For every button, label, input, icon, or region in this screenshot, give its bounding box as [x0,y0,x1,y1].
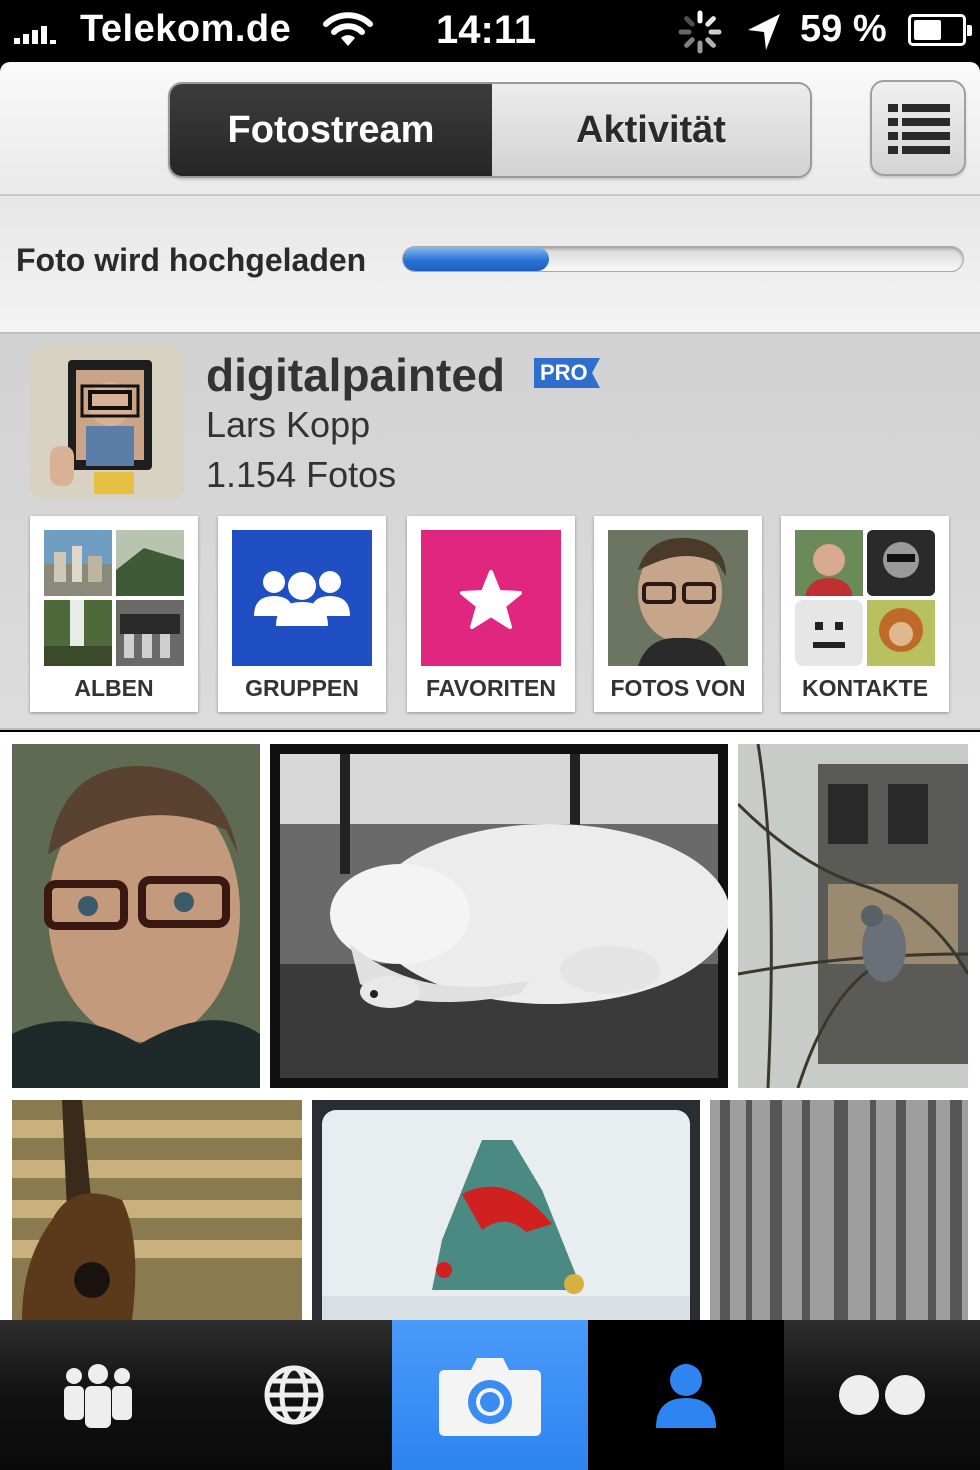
profile-section: digitalpainted PRO Lars Kopp 1.154 Fotos [0,334,980,730]
photo-thumbnail[interactable] [710,1100,968,1320]
profile-photo-count: 1.154 Fotos [206,454,397,495]
tab-camera[interactable] [392,1320,588,1470]
location-arrow-icon [744,10,784,59]
people-icon [64,1364,132,1428]
tile-label: GRUPPEN [245,675,359,701]
tab-you[interactable] [588,1320,784,1470]
star-icon [421,530,561,666]
tile-label: KONTAKTE [801,675,929,701]
tab-aktivitaet[interactable]: Aktivität [492,84,810,176]
tile-gruppen[interactable]: GRUPPEN [218,516,386,712]
profile-username: digitalpainted [206,349,505,401]
photo-thumbnail[interactable] [270,744,728,1088]
upload-progress-fill [403,247,549,271]
portrait-photo [608,530,748,666]
profile-real-name: Lars Kopp [206,404,371,445]
list-icon [888,104,950,154]
tile-alben[interactable]: ALBEN [30,516,198,712]
person-icon [656,1364,716,1428]
tab-fotostream[interactable]: Fotostream [170,84,492,176]
contacts-collage [795,530,935,666]
menu-button[interactable] [870,80,966,176]
photo-thumbnail[interactable] [738,744,968,1088]
activity-spinner-icon [678,10,722,59]
tile-label: FAVORITEN [426,675,556,701]
battery-icon [908,14,972,46]
tab-contacts[interactable] [0,1320,196,1470]
tile-label: FOTOS VON [610,675,746,701]
clock: 14:11 [436,8,537,52]
wifi-icon [322,10,374,55]
photo-thumbnail[interactable] [12,744,260,1088]
camera-icon [439,1358,541,1436]
signal-strength-icon [14,22,56,44]
profile-shortcuts: ALBEN GRUPPEN FAVORITEN FOTOS VON KONTAK… [30,516,950,712]
tab-flickr[interactable] [784,1320,980,1470]
album-collage [44,530,184,666]
view-switcher: Fotostream Aktivität [168,82,812,178]
photo-thumbnail[interactable] [312,1100,700,1320]
groups-icon [232,530,372,666]
tile-fotos-von[interactable]: FOTOS VON [594,516,762,712]
tile-label: ALBEN [74,675,154,701]
header-bar: Fotostream Aktivität [0,62,980,196]
tab-bar [0,1320,980,1470]
pro-badge: PRO [534,358,600,388]
photo-thumbnail[interactable] [12,1100,302,1320]
flickr-dots-icon [839,1375,925,1415]
status-bar: Telekom.de 14:11 59 % [0,0,980,62]
upload-progress-bar [402,246,964,272]
globe-icon [264,1365,324,1425]
avatar[interactable] [30,346,184,500]
tab-explore[interactable] [196,1320,392,1470]
tile-favoriten[interactable]: FAVORITEN [407,516,575,712]
upload-label: Foto wird hochgeladen [16,242,367,278]
upload-status: Foto wird hochgeladen [0,196,980,334]
tile-kontakte[interactable]: KONTAKTE [781,516,949,712]
battery-percentage: 59 % [800,8,887,50]
photo-stream-grid [0,732,980,1320]
carrier-name: Telekom.de [80,8,292,50]
